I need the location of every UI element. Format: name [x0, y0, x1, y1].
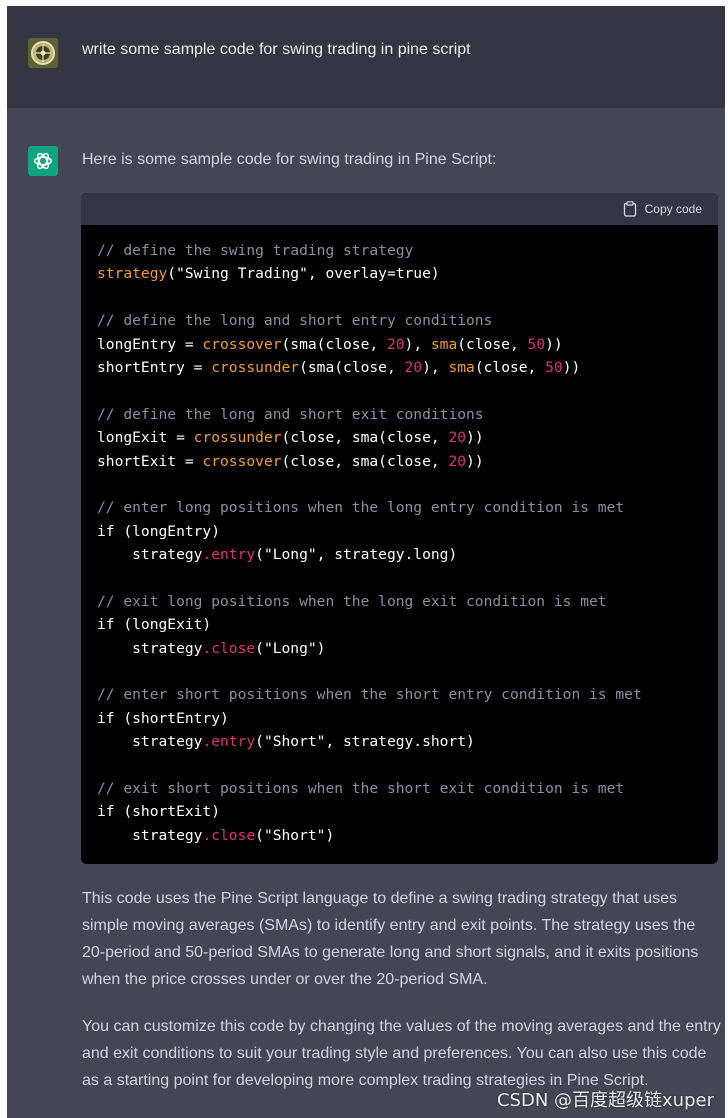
code-line: // exit short positions when the short e… — [97, 777, 702, 800]
code-token: shortExit = — [97, 452, 203, 470]
code-token: ("Short", strategy.short) — [255, 733, 475, 751]
code-token: )) — [545, 335, 563, 353]
code-token: sma — [430, 335, 458, 353]
code-block: Copy code // define the swing trading st… — [81, 193, 718, 864]
assistant-intro-text: Here is some sample code for swing tradi… — [82, 151, 497, 168]
code-token: ("Swing Trading", overlay=true) — [167, 265, 440, 283]
chat-thread: write some sample code for swing trading… — [7, 6, 725, 1118]
code-token: if (longEntry) — [97, 522, 221, 540]
code-token: crossover — [202, 452, 282, 470]
code-token: )) — [466, 429, 484, 447]
code-token: (sma(close, — [281, 335, 387, 353]
code-token: (close, sma(close, — [281, 429, 449, 447]
code-line: if (longEntry) — [97, 520, 702, 543]
code-token: // define the swing trading strategy — [97, 242, 414, 259]
code-line: // exit long positions when the long exi… — [97, 590, 702, 613]
code-token: if (shortEntry) — [97, 709, 229, 727]
code-line: // define the swing trading strategy — [97, 239, 702, 262]
code-line: if (longExit) — [97, 613, 702, 636]
code-token: 20 — [386, 335, 405, 353]
code-token: (close, — [474, 358, 546, 376]
code-line: // define the long and short entry condi… — [97, 309, 702, 332]
code-token: sma — [448, 358, 475, 376]
watermark: CSDN @百度超级链xuper — [496, 1090, 714, 1111]
code-token: // define the long and short entry condi… — [97, 312, 493, 330]
code-token: 20 — [404, 358, 423, 376]
clipboard-icon — [623, 201, 636, 217]
code-line: if (shortExit) — [97, 800, 702, 823]
copy-code-label: Copy code — [644, 202, 702, 216]
code-token: 20 — [448, 452, 467, 470]
code-token: .close — [202, 639, 256, 657]
user-message-text: write some sample code for swing trading… — [82, 41, 471, 58]
code-token: if (shortExit) — [97, 803, 221, 821]
code-token: crossunder — [211, 358, 300, 376]
openai-logo-icon — [34, 152, 52, 170]
code-line: strategy.close("Short") — [97, 824, 702, 847]
code-token: ), — [404, 335, 431, 353]
code-content: // define the swing trading strategy stra… — [81, 225, 718, 847]
user-avatar-image — [28, 38, 58, 68]
code-line: strategy("Swing Trading", overlay=true) — [97, 262, 702, 285]
code-line: longExit = crossunder(close, sma(close, … — [97, 426, 702, 449]
code-token: if (longExit) — [97, 616, 212, 634]
copy-code-button[interactable]: Copy code — [623, 201, 702, 217]
code-token: (close, — [457, 335, 528, 353]
code-token: .close — [202, 826, 256, 844]
code-token: )) — [466, 452, 484, 470]
code-token: strategy — [97, 639, 203, 657]
code-token: ("Long", strategy.long) — [255, 546, 458, 564]
code-line: strategy.entry("Long", strategy.long) — [97, 543, 702, 566]
code-line: longEntry = crossover(sma(close, 20), sm… — [97, 333, 702, 356]
code-token: // enter short positions when the short … — [97, 686, 642, 704]
code-line: shortEntry = crossunder(sma(close, 20), … — [97, 356, 702, 379]
code-block-header: Copy code — [81, 193, 718, 225]
code-line: // enter long positions when the long en… — [97, 496, 702, 519]
code-line: shortExit = crossover(close, sma(close, … — [97, 450, 702, 473]
code-token: 50 — [545, 358, 563, 376]
code-token: shortEntry = — [97, 358, 212, 376]
code-token: crossunder — [193, 429, 282, 447]
code-token: // exit long positions when the long exi… — [97, 592, 607, 610]
code-token: .entry — [202, 546, 256, 564]
code-token: // exit short positions when the short e… — [97, 779, 625, 797]
code-line: // define the long and short exit condit… — [97, 403, 702, 426]
code-token: longExit = — [97, 429, 194, 447]
code-line: // enter short positions when the short … — [97, 683, 702, 706]
code-line: strategy.entry("Short", strategy.short) — [97, 730, 702, 753]
code-token: )) — [562, 358, 581, 376]
code-token: ("Short") — [255, 826, 335, 844]
code-token: 50 — [527, 335, 546, 353]
code-token: strategy — [97, 265, 168, 283]
code-token: // enter long positions when the long en… — [97, 499, 625, 517]
code-token: .entry — [202, 733, 256, 751]
assistant-paragraph-2: You can customize this code by changing … — [82, 1018, 721, 1089]
code-token: // define the long and short exit condit… — [97, 405, 484, 423]
code-token: longEntry = — [97, 335, 203, 353]
user-avatar — [28, 38, 58, 68]
code-token: strategy — [97, 733, 203, 751]
code-token: ), — [422, 358, 449, 376]
code-line: strategy.close("Long") — [97, 637, 702, 660]
assistant-paragraph-1: This code uses the Pine Script language … — [82, 890, 699, 988]
code-token: crossover — [202, 335, 282, 353]
code-token: strategy — [97, 826, 203, 844]
code-token: ("Long") — [255, 639, 326, 657]
code-token: strategy — [97, 546, 203, 564]
code-token: (sma(close, — [299, 358, 405, 376]
code-line: if (shortEntry) — [97, 707, 702, 730]
code-token: (close, sma(close, — [281, 452, 449, 470]
assistant-avatar — [28, 146, 58, 176]
code-token: 20 — [448, 429, 467, 447]
user-message-row: write some sample code for swing trading… — [7, 6, 725, 108]
